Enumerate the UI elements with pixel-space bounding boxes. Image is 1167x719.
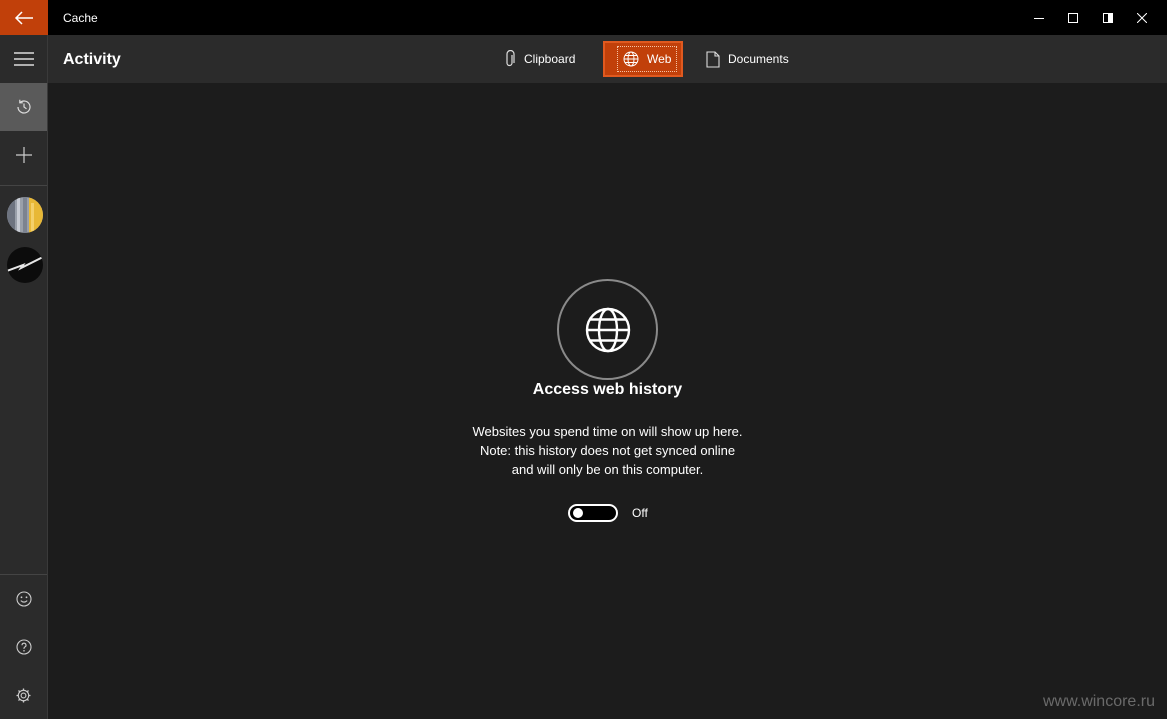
toggle-knob — [573, 508, 583, 518]
tab-web-label: Web — [647, 52, 672, 66]
sidebar-item-history[interactable] — [0, 83, 47, 131]
tab-web[interactable]: Web — [603, 41, 683, 77]
empty-state-title: Access web history — [532, 381, 683, 398]
description-line: Note: this history does not get synced o… — [479, 443, 736, 458]
description-line: Websites you spend time on will show up … — [472, 424, 743, 439]
restore-button[interactable] — [1090, 0, 1126, 35]
tab-documents-label: Documents — [728, 52, 789, 66]
globe-icon — [585, 307, 630, 352]
plus-icon — [15, 147, 32, 163]
minimize-icon — [1034, 17, 1044, 19]
maximize-icon — [1068, 12, 1078, 23]
globe-icon — [623, 51, 639, 67]
feedback-button[interactable] — [0, 575, 47, 623]
watermark: www.wincore.ru — [1042, 693, 1155, 710]
history-icon — [16, 99, 31, 114]
web-history-toggle[interactable] — [568, 504, 618, 522]
sidebar — [0, 35, 48, 719]
hamburger-menu-button[interactable] — [0, 35, 47, 83]
empty-state-icon-circle — [557, 279, 658, 380]
restore-icon — [1103, 12, 1113, 23]
smiley-icon — [15, 591, 32, 607]
device-thumbnail-icon — [7, 197, 43, 233]
minimize-button[interactable] — [1021, 0, 1057, 35]
title-bar: Cache — [0, 0, 1167, 35]
tab-clipboard[interactable]: Clipboard — [504, 41, 575, 77]
gear-icon — [16, 688, 31, 702]
close-button[interactable] — [1124, 0, 1160, 35]
app-title: Cache — [63, 11, 98, 25]
settings-button[interactable] — [0, 671, 47, 719]
hamburger-icon — [13, 52, 34, 66]
device-avatar-1[interactable] — [7, 197, 43, 233]
page-title: Activity — [63, 51, 121, 68]
paperclip-icon — [506, 50, 515, 67]
header: Activity Clipboard Web Documents — [48, 35, 1167, 83]
sidebar-divider — [0, 185, 47, 186]
back-button[interactable] — [0, 0, 48, 35]
add-button[interactable] — [0, 131, 47, 179]
device-avatar-2[interactable] — [7, 247, 43, 283]
tab-clipboard-label: Clipboard — [524, 52, 576, 66]
description-line: and will only be on this computer. — [511, 462, 704, 477]
maximize-button[interactable] — [1055, 0, 1091, 35]
close-icon — [1137, 12, 1147, 23]
help-button[interactable] — [0, 623, 47, 671]
main-content: Access web history Websites you spend ti… — [48, 83, 1167, 719]
help-icon — [15, 639, 32, 655]
document-icon — [706, 50, 720, 68]
device-thumbnail-icon — [7, 247, 43, 283]
tab-web-focus: Web — [617, 46, 678, 72]
toggle-state-label: Off — [632, 506, 648, 520]
back-arrow-icon — [14, 10, 33, 25]
tab-documents[interactable]: Documents — [706, 41, 789, 77]
